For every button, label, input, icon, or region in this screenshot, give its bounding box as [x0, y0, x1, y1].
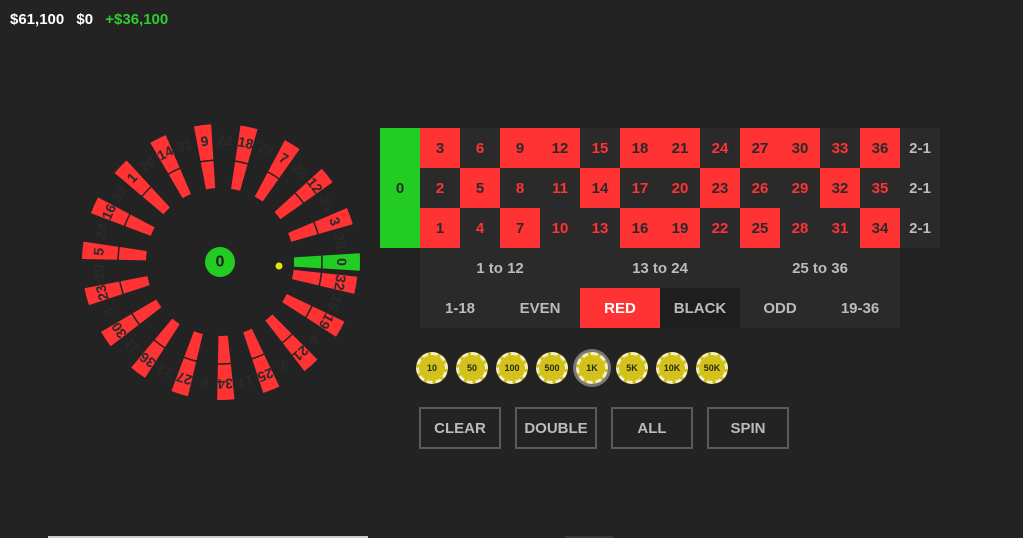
number-cell-10[interactable]: 10	[540, 208, 580, 248]
chip-10k[interactable]: 10K	[656, 352, 688, 384]
low-bet[interactable]: 1-18	[420, 288, 500, 328]
column-bet-3[interactable]: 2-1	[900, 208, 940, 248]
number-cell-21[interactable]: 21	[660, 128, 700, 168]
number-cell-34[interactable]: 34	[860, 208, 900, 248]
number-cell-4[interactable]: 4	[460, 208, 500, 248]
ball	[275, 262, 283, 270]
current-bet: $0	[76, 11, 94, 28]
number-cell-6[interactable]: 6	[460, 128, 500, 168]
dozen-bet-3[interactable]: 25 to 36	[740, 248, 900, 288]
chip-50k[interactable]: 50K	[696, 352, 728, 384]
number-cell-5[interactable]: 5	[460, 168, 500, 208]
number-cell-14[interactable]: 14	[580, 168, 620, 208]
roulette-wheel: 0321519421225173462713361130823105241633…	[82, 124, 361, 401]
number-cell-32[interactable]: 32	[820, 168, 860, 208]
odd-bet[interactable]: ODD	[740, 288, 820, 328]
number-cell-31[interactable]: 31	[820, 208, 860, 248]
dozen-bet-1[interactable]: 1 to 12	[420, 248, 580, 288]
number-cell-22[interactable]: 22	[700, 208, 740, 248]
number-cell-3[interactable]: 3	[420, 128, 460, 168]
number-cell-2[interactable]: 2	[420, 168, 460, 208]
number-cell-18[interactable]: 18	[620, 128, 660, 168]
dozen-bet-2[interactable]: 13 to 24	[580, 248, 740, 288]
column-bet-2[interactable]: 2-1	[900, 168, 940, 208]
column-bet-1[interactable]: 2-1	[900, 128, 940, 168]
number-cell-19[interactable]: 19	[660, 208, 700, 248]
chip-500[interactable]: 500	[536, 352, 568, 384]
number-cell-9[interactable]: 9	[500, 128, 540, 168]
number-cell-7[interactable]: 7	[500, 208, 540, 248]
wheel-number-32: 32	[331, 274, 349, 292]
number-cell-1[interactable]: 1	[420, 208, 460, 248]
wheel-number-10: 10	[90, 264, 107, 281]
number-cell-25[interactable]: 25	[740, 208, 780, 248]
chip-50[interactable]: 50	[456, 352, 488, 384]
wheel-number-34: 34	[217, 376, 233, 393]
number-cell-20[interactable]: 20	[660, 168, 700, 208]
zero-cell[interactable]: 0	[380, 128, 420, 248]
number-cell-26[interactable]: 26	[740, 168, 780, 208]
number-cell-30[interactable]: 30	[780, 128, 820, 168]
all-button[interactable]: ALL	[611, 407, 693, 449]
chip-10[interactable]: 10	[416, 352, 448, 384]
wheel-number-18: 18	[236, 133, 255, 152]
number-cell-33[interactable]: 33	[820, 128, 860, 168]
chip-1k[interactable]: 1K	[576, 352, 608, 384]
wheel-number-5: 5	[90, 247, 107, 256]
black-bet[interactable]: BLACK	[660, 288, 740, 328]
result-number: 0	[216, 254, 225, 271]
wheel-number-22: 22	[217, 132, 233, 149]
number-cell-35[interactable]: 35	[860, 168, 900, 208]
number-cell-23[interactable]: 23	[700, 168, 740, 208]
number-cell-27[interactable]: 27	[740, 128, 780, 168]
number-cell-36[interactable]: 36	[860, 128, 900, 168]
number-cell-15[interactable]: 15	[580, 128, 620, 168]
wheel-number-26: 26	[331, 232, 349, 250]
even-bet[interactable]: EVEN	[500, 288, 580, 328]
spin-button[interactable]: SPIN	[707, 407, 789, 449]
stats-bar: $61,100 $0 +$36,100	[10, 11, 176, 28]
double-button[interactable]: DOUBLE	[515, 407, 597, 449]
wheel-number-0: 0	[334, 258, 350, 266]
chip-5k[interactable]: 5K	[616, 352, 648, 384]
number-cell-28[interactable]: 28	[780, 208, 820, 248]
number-cell-16[interactable]: 16	[620, 208, 660, 248]
number-cell-13[interactable]: 13	[580, 208, 620, 248]
number-cell-24[interactable]: 24	[700, 128, 740, 168]
clear-button[interactable]: CLEAR	[419, 407, 501, 449]
red-bet[interactable]: RED	[580, 288, 660, 328]
high-bet[interactable]: 19-36	[820, 288, 900, 328]
number-cell-17[interactable]: 17	[620, 168, 660, 208]
number-cell-8[interactable]: 8	[500, 168, 540, 208]
number-cell-29[interactable]: 29	[780, 168, 820, 208]
number-cell-12[interactable]: 12	[540, 128, 580, 168]
profit: +$36,100	[105, 11, 169, 28]
chip-100[interactable]: 100	[496, 352, 528, 384]
balance: $61,100	[10, 11, 65, 28]
number-cell-11[interactable]: 11	[540, 168, 580, 208]
